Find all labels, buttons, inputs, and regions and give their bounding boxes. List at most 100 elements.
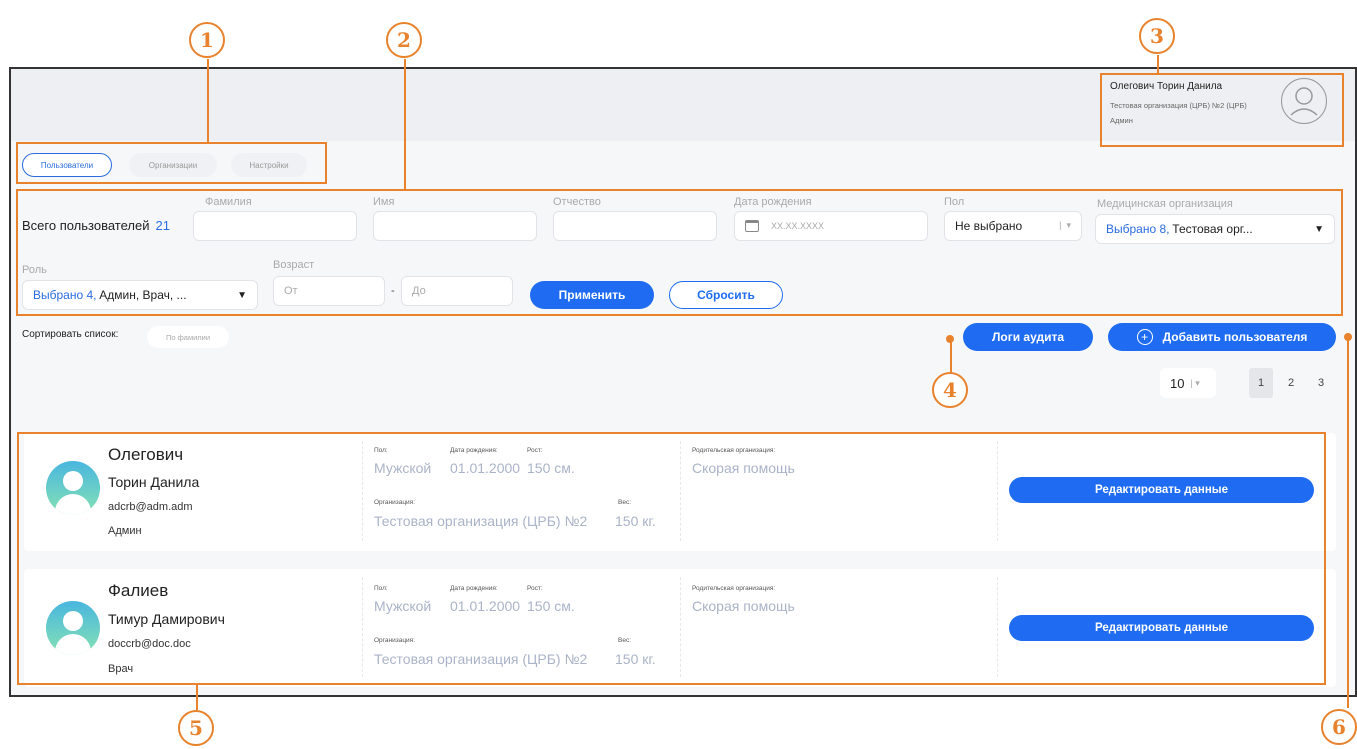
user-email: adcrb@adm.adm	[108, 501, 193, 513]
user-first-name: Торин Данила	[108, 474, 200, 490]
chevron-down-icon: ▼	[237, 290, 247, 301]
user-weight: 150 кг.	[615, 513, 656, 529]
weight-field-label: Вес:	[618, 499, 632, 506]
callout-line	[1347, 338, 1349, 708]
plus-circle-icon: +	[1136, 329, 1153, 345]
tab-organizations[interactable]: Организации	[129, 153, 217, 177]
apply-button[interactable]: Применить	[530, 281, 654, 309]
card-divider	[362, 577, 363, 677]
page-1[interactable]: 1	[1249, 368, 1273, 398]
first-name-label: Имя	[373, 196, 395, 208]
card-divider	[362, 441, 363, 541]
role-selected-count: Выбрано 4,	[33, 288, 97, 302]
tab-users[interactable]: Пользователи	[22, 153, 112, 177]
callout-line	[950, 340, 952, 373]
card-divider	[680, 441, 681, 541]
card-divider	[997, 577, 998, 677]
callout-1: 1	[189, 22, 225, 58]
age-to-input[interactable]: До	[401, 276, 513, 306]
user-gender: Мужской	[374, 598, 432, 614]
birth-date-input[interactable]: XX.XX.XXXX	[734, 211, 928, 241]
user-card: Фалиев Тимур Дамирович doccrb@doc.doc Вр…	[24, 569, 1336, 687]
user-avatar-icon	[46, 601, 100, 655]
age-separator: -	[391, 285, 395, 297]
callout-dot	[1344, 333, 1352, 341]
reset-button[interactable]: Сбросить	[669, 281, 783, 309]
med-org-value: Тестовая орг...	[1172, 222, 1253, 236]
user-gender: Мужской	[374, 460, 432, 476]
callout-4: 4	[932, 372, 968, 408]
user-weight: 150 кг.	[615, 651, 656, 667]
profile-role: Админ	[1110, 116, 1133, 125]
organization-field-label: Организация:	[374, 499, 416, 506]
user-first-name: Тимур Дамирович	[108, 611, 225, 627]
gender-value: Не выбрано	[955, 219, 1023, 233]
callout-5: 5	[178, 710, 214, 746]
birth-date-field-label: Дата рождения:	[450, 447, 498, 454]
med-org-label: Медицинская организация	[1097, 198, 1233, 210]
card-divider	[680, 577, 681, 677]
patronymic-input[interactable]	[553, 211, 717, 241]
age-label: Возраст	[273, 259, 315, 271]
callout-line	[196, 685, 198, 710]
user-email: doccrb@doc.doc	[108, 638, 191, 650]
weight-field-label: Вес:	[618, 637, 632, 644]
user-height: 150 см.	[527, 598, 575, 614]
calendar-icon[interactable]	[745, 220, 759, 232]
chevron-down-icon: | ▾	[1190, 377, 1200, 388]
callout-6: 6	[1321, 709, 1357, 745]
chevron-down-icon: | ▾	[1059, 220, 1071, 230]
total-users-label: Всего пользователей	[22, 218, 150, 233]
user-role: Врач	[108, 663, 134, 675]
callout-3: 3	[1139, 18, 1175, 54]
age-from-placeholder: От	[284, 285, 298, 297]
user-parent-org: Скорая помощь	[692, 598, 795, 614]
med-org-select[interactable]: Выбрано 8, Тестовая орг... ▼	[1095, 214, 1335, 244]
gender-label: Пол	[944, 196, 965, 208]
card-divider	[997, 441, 998, 541]
edit-user-button[interactable]: Редактировать данные	[1009, 615, 1314, 641]
sort-by-lastname-button[interactable]: По фамилии	[147, 326, 229, 348]
user-birth-date: 01.01.2000	[450, 598, 521, 614]
birth-date-label: Дата рождения	[734, 196, 812, 208]
height-field-label: Рост:	[527, 447, 543, 454]
page-2[interactable]: 2	[1279, 368, 1303, 398]
audit-logs-button[interactable]: Логи аудита	[963, 323, 1093, 351]
total-users-count: 21	[155, 218, 170, 233]
tab-settings[interactable]: Настройки	[231, 153, 307, 177]
last-name-input[interactable]	[193, 211, 357, 241]
birth-date-field-label: Дата рождения:	[450, 585, 498, 592]
first-name-input[interactable]	[373, 211, 537, 241]
user-last-name: Фалиев	[108, 581, 169, 600]
callout-line	[1157, 55, 1159, 74]
organization-field-label: Организация:	[374, 637, 416, 644]
page-3[interactable]: 3	[1309, 368, 1333, 398]
role-select[interactable]: Выбрано 4, Админ, Врач, ... ▼	[22, 280, 258, 310]
chevron-down-icon: ▼	[1314, 224, 1324, 235]
profile-organization: Тестовая организация (ЦРБ) №2 (ЦРБ)	[1110, 101, 1247, 110]
user-avatar-icon[interactable]	[1281, 78, 1327, 124]
role-label: Роль	[22, 264, 47, 276]
parent-org-field-label: Родительская организация:	[692, 585, 776, 592]
edit-user-button[interactable]: Редактировать данные	[1009, 477, 1314, 503]
user-card: Олегович Торин Данила adcrb@adm.adm Адми…	[24, 433, 1336, 551]
user-role: Админ	[108, 525, 142, 537]
callout-2: 2	[386, 22, 422, 58]
user-height: 150 см.	[527, 460, 575, 476]
add-user-button[interactable]: + Добавить пользователя	[1108, 323, 1336, 351]
user-parent-org: Скорая помощь	[692, 460, 795, 476]
gender-select[interactable]: Не выбрано | ▾	[944, 211, 1082, 241]
callout-line	[207, 59, 209, 143]
birth-date-placeholder: XX.XX.XXXX	[771, 221, 825, 231]
user-avatar-icon	[46, 461, 100, 515]
user-birth-date: 01.01.2000	[450, 460, 521, 476]
age-to-placeholder: До	[412, 285, 426, 297]
page-size-value: 10	[1170, 375, 1185, 391]
user-last-name: Олегович	[108, 445, 184, 464]
age-from-input[interactable]: От	[273, 276, 385, 306]
patronymic-label: Отчество	[553, 196, 601, 208]
height-field-label: Рост:	[527, 585, 543, 592]
page-size-select[interactable]: 10 | ▾	[1160, 368, 1216, 398]
med-org-selected-count: Выбрано 8,	[1106, 222, 1170, 236]
sort-label: Сортировать список:	[22, 329, 119, 340]
